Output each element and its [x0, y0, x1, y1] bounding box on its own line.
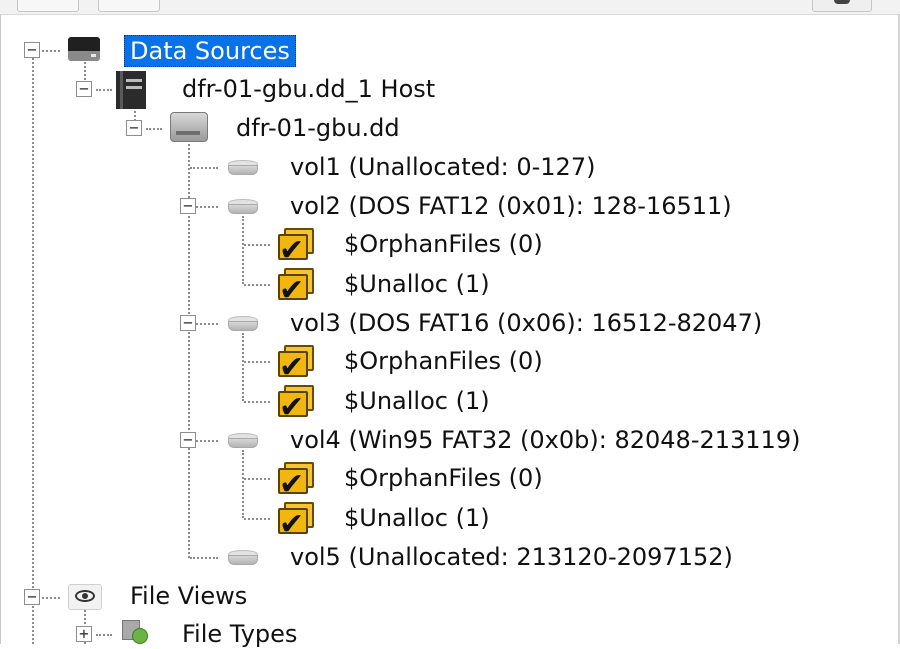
tree-connector [242, 450, 244, 518]
orphan-folder-icon: ✔ [276, 345, 316, 383]
volume-icon [228, 316, 258, 332]
tree-connector [196, 206, 218, 208]
volume-icon [228, 550, 258, 566]
tree-connector [96, 89, 112, 91]
file-types-icon [118, 620, 150, 646]
collapse-toggle[interactable]: − [180, 198, 196, 214]
tree-node-file-views[interactable]: File Views [130, 581, 247, 611]
tree-node-host[interactable]: dfr-01-gbu.dd_1 Host [182, 74, 435, 104]
collapse-toggle[interactable]: − [126, 120, 142, 136]
tree-node-volume[interactable]: vol3 (DOS FAT16 (0x06): 16512-82047) [290, 308, 762, 338]
tree-connector [42, 50, 60, 52]
tree-connector [190, 557, 218, 559]
tree-node-data-sources[interactable]: Data Sources [124, 35, 296, 67]
tree-node-unalloc[interactable]: $Unalloc (1) [344, 503, 490, 533]
tree-connector [32, 58, 34, 644]
volume-icon [228, 199, 258, 215]
disk-image-icon [168, 110, 208, 144]
tree-connector [242, 216, 244, 284]
orphan-folder-icon: ✔ [276, 228, 316, 266]
tree-connector [42, 597, 60, 599]
tree-connector [244, 478, 270, 480]
tree-connector [190, 167, 218, 169]
eye-icon [68, 584, 102, 610]
tree-node-file-types[interactable]: File Types [182, 619, 297, 649]
tree-connector [244, 361, 270, 363]
tree-node-image[interactable]: dfr-01-gbu.dd [236, 113, 400, 143]
tree-node-unalloc[interactable]: $Unalloc (1) [344, 386, 490, 416]
tree-node-volume[interactable]: vol2 (DOS FAT12 (0x01): 128-16511) [290, 191, 732, 221]
tree-connector [196, 440, 218, 442]
unalloc-folder-icon: ✔ [276, 268, 316, 306]
expand-toggle[interactable]: + [76, 626, 92, 642]
data-source-tree: − Data Sources − dfr-01-gbu.dd_1 Host − … [0, 0, 900, 648]
collapse-toggle[interactable]: − [180, 315, 196, 331]
tree-connector [244, 284, 270, 286]
tree-connector [196, 323, 218, 325]
tree-node-orphan-files[interactable]: $OrphanFiles (0) [344, 229, 543, 259]
tree-connector [96, 634, 112, 636]
tree-connector [244, 244, 270, 246]
collapse-toggle[interactable]: − [76, 81, 92, 97]
server-icon [116, 71, 146, 109]
collapse-toggle[interactable]: − [24, 589, 40, 605]
tree-connector [146, 128, 162, 130]
volume-icon [228, 160, 258, 176]
collapse-toggle[interactable]: − [180, 432, 196, 448]
tree-node-orphan-files[interactable]: $OrphanFiles (0) [344, 346, 543, 376]
tree-node-orphan-files[interactable]: $OrphanFiles (0) [344, 463, 543, 493]
tree-connector [244, 401, 270, 403]
tree-node-unalloc[interactable]: $Unalloc (1) [344, 269, 490, 299]
tree-node-volume[interactable]: vol1 (Unallocated: 0-127) [290, 152, 595, 182]
drive-icon [68, 37, 100, 63]
unalloc-folder-icon: ✔ [276, 385, 316, 423]
tree-node-volume[interactable]: vol5 (Unallocated: 213120-2097152) [290, 542, 733, 572]
tree-connector [244, 518, 270, 520]
collapse-toggle[interactable]: − [24, 42, 40, 58]
volume-icon [228, 433, 258, 449]
unalloc-folder-icon: ✔ [276, 502, 316, 540]
tree-connector [242, 333, 244, 401]
orphan-folder-icon: ✔ [276, 462, 316, 500]
tree-node-volume[interactable]: vol4 (Win95 FAT32 (0x0b): 82048-213119) [290, 425, 800, 455]
